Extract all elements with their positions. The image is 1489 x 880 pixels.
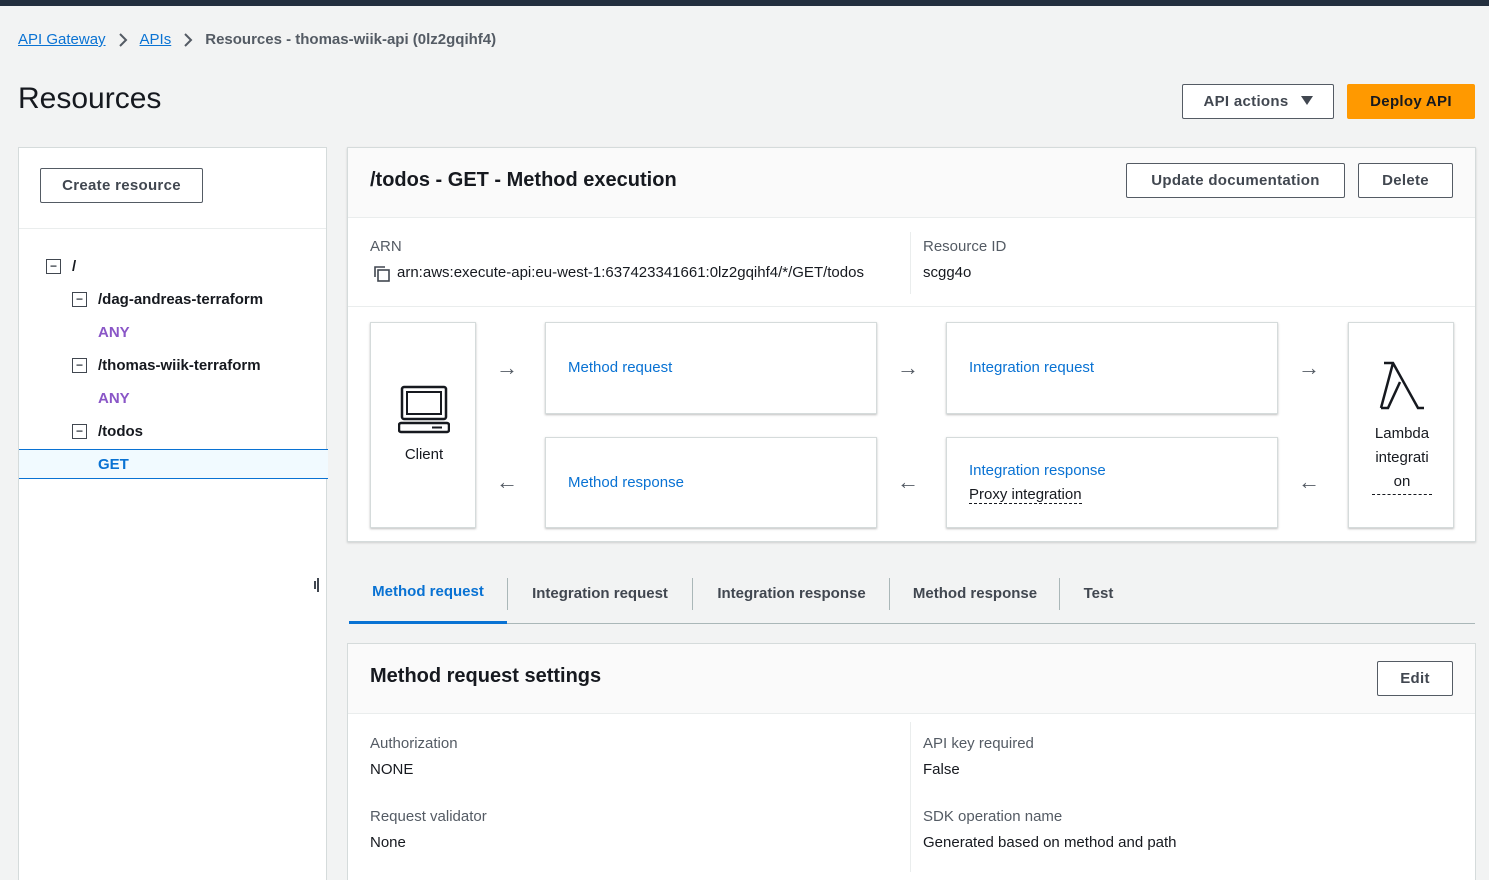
method-response-link[interactable]: Method response: [568, 474, 684, 491]
settings-title: Method request settings: [370, 665, 602, 687]
request-validator-label: Request validator: [370, 808, 487, 825]
arn-value: arn:aws:execute-api:eu-west-1:6374233416…: [397, 264, 864, 281]
integration-request-box[interactable]: Integration request: [946, 322, 1278, 414]
api-key-required-label: API key required: [923, 735, 1034, 752]
minus-square-icon[interactable]: −: [46, 258, 61, 274]
chevron-right-icon: [183, 32, 193, 47]
api-key-required-value: False: [923, 761, 960, 778]
tree-item-dag-andreas-terraform[interactable]: − /dag-andreas-terraform: [19, 284, 328, 314]
authorization-value: NONE: [370, 761, 414, 778]
tree-item-method-any[interactable]: ANY: [19, 317, 328, 347]
page-title: Resources: [18, 82, 162, 115]
client-label: Client: [404, 446, 444, 463]
tree-item-label: ANY: [98, 389, 130, 407]
breadcrumb-current: Resources - thomas-wiik-api (0lz2gqihf4): [205, 31, 497, 48]
method-execution-title: /todos - GET - Method execution: [370, 169, 677, 191]
arrow-right-icon: →: [496, 355, 518, 380]
arrow-left-icon: ←: [897, 469, 919, 494]
resource-tree-panel: Create resource − / − /dag-andreas-terra…: [18, 147, 328, 880]
sdk-operation-name-value: Generated based on method and path: [923, 834, 1177, 851]
tree-item-label: /thomas-wiik-terraform: [98, 356, 261, 374]
copy-icon[interactable]: [373, 265, 391, 283]
minus-square-icon[interactable]: −: [72, 423, 87, 439]
method-request-box[interactable]: Method request: [545, 322, 877, 414]
laptop-icon: [397, 385, 451, 440]
tree-item-label: /todos: [98, 422, 143, 440]
proxy-integration-label[interactable]: Proxy integration: [969, 486, 1082, 504]
client-box: Client: [370, 322, 476, 528]
tree-item-todos[interactable]: − /todos: [19, 416, 328, 446]
arn-label: ARN: [370, 238, 402, 255]
tree-item-label: /dag-andreas-terraform: [98, 290, 264, 308]
arrow-right-icon: →: [897, 355, 919, 380]
breadcrumb-api-gateway[interactable]: API Gateway: [18, 31, 106, 48]
divider: [910, 722, 911, 872]
tab-method-response[interactable]: Method response: [890, 562, 1060, 624]
divider: [348, 306, 1475, 307]
resource-id-value: scgg4o: [923, 264, 972, 281]
arrow-left-icon: ←: [1298, 469, 1320, 494]
tab-integration-request[interactable]: Integration request: [508, 562, 692, 624]
tree-item-label: ANY: [98, 323, 130, 341]
method-execution-panel: /todos - GET - Method execution Update d…: [347, 147, 1476, 542]
deploy-api-button[interactable]: Deploy API: [1347, 84, 1475, 119]
sdk-operation-name-label: SDK operation name: [923, 808, 1063, 825]
chevron-right-icon: [118, 32, 128, 47]
lambda-label-line: Lambda: [1374, 425, 1430, 442]
method-request-settings-panel: Method request settings Edit Authorizati…: [347, 643, 1476, 880]
lambda-icon: [1378, 360, 1426, 417]
breadcrumb: API Gateway APIs Resources - thomas-wiik…: [18, 31, 496, 48]
tree-item-label: GET: [98, 455, 129, 473]
arrow-right-icon: →: [1298, 355, 1320, 380]
divider: [910, 232, 911, 294]
api-actions-dropdown[interactable]: API actions: [1182, 84, 1334, 119]
minus-square-icon[interactable]: −: [72, 291, 87, 307]
lambda-integration-box[interactable]: Lambda integrati on: [1348, 322, 1454, 528]
tree-item-method-get[interactable]: GET: [19, 449, 328, 479]
delete-button[interactable]: Delete: [1358, 163, 1453, 198]
top-navigation-bar: [0, 0, 1489, 6]
api-actions-label: API actions: [1203, 93, 1289, 110]
integration-response-link[interactable]: Integration response: [969, 462, 1106, 479]
breadcrumb-apis[interactable]: APIs: [140, 31, 172, 48]
tree-item-thomas-wiik-terraform[interactable]: − /thomas-wiik-terraform: [19, 350, 328, 380]
method-response-box[interactable]: Method response: [545, 437, 877, 528]
integration-request-link[interactable]: Integration request: [969, 359, 1094, 376]
tree-item-method-any[interactable]: ANY: [19, 383, 328, 413]
tree-item-root[interactable]: − /: [19, 251, 328, 281]
caret-down-icon: [1300, 95, 1313, 109]
lambda-label-line: on: [1372, 470, 1432, 495]
integration-response-box[interactable]: Integration response Proxy integration: [946, 437, 1278, 528]
method-tabs: Method request Integration request Integ…: [349, 562, 1475, 624]
method-request-link[interactable]: Method request: [568, 359, 672, 376]
drag-handle-icon[interactable]: [314, 578, 322, 592]
tree-item-label: /: [72, 257, 77, 275]
update-documentation-button[interactable]: Update documentation: [1126, 163, 1345, 198]
arrow-left-icon: ←: [496, 469, 518, 494]
lambda-integration-label[interactable]: Lambda integrati on: [1349, 422, 1455, 495]
request-validator-value: None: [370, 834, 406, 851]
tab-integration-response[interactable]: Integration response: [693, 562, 890, 624]
tab-method-request[interactable]: Method request: [349, 562, 507, 624]
edit-button[interactable]: Edit: [1377, 661, 1453, 696]
tab-test[interactable]: Test: [1060, 562, 1137, 624]
create-resource-button[interactable]: Create resource: [40, 168, 203, 203]
resource-id-label: Resource ID: [923, 238, 1007, 255]
minus-square-icon[interactable]: −: [72, 357, 87, 373]
lambda-label-line: integrati: [1375, 449, 1429, 466]
authorization-label: Authorization: [370, 735, 458, 752]
